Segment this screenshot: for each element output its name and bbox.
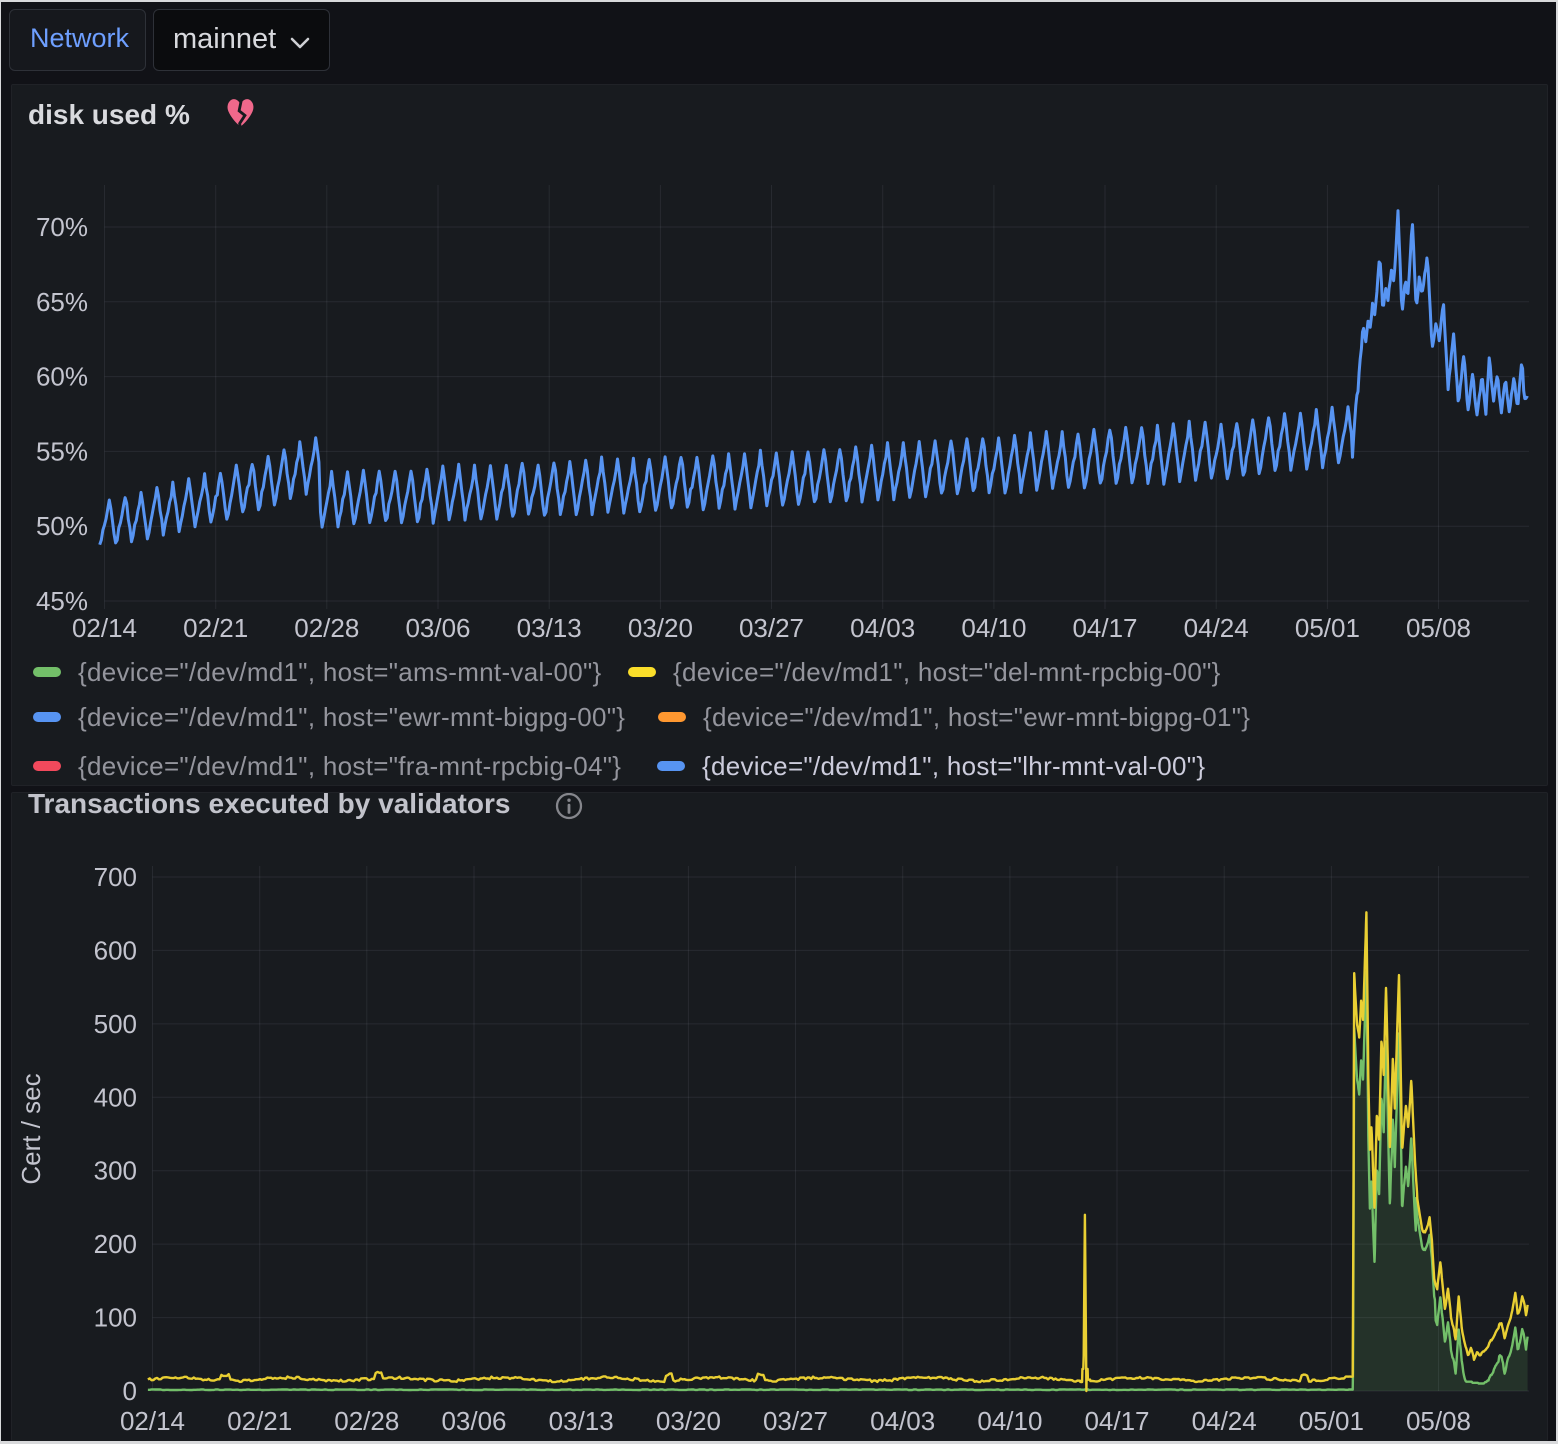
svg-text:04/03: 04/03 — [870, 1406, 935, 1436]
svg-text:04/17: 04/17 — [1084, 1406, 1149, 1436]
svg-text:02/14: 02/14 — [120, 1406, 185, 1436]
svg-text:03/06: 03/06 — [405, 613, 470, 643]
svg-text:03/20: 03/20 — [628, 613, 693, 643]
svg-text:700: 700 — [94, 862, 137, 892]
svg-text:02/14: 02/14 — [72, 613, 137, 643]
svg-text:70%: 70% — [36, 212, 88, 242]
svg-text:200: 200 — [94, 1229, 137, 1259]
svg-text:03/20: 03/20 — [656, 1406, 721, 1436]
svg-text:02/21: 02/21 — [183, 613, 248, 643]
svg-text:600: 600 — [94, 935, 137, 965]
svg-text:50%: 50% — [36, 511, 88, 541]
svg-text:03/27: 03/27 — [763, 1406, 828, 1436]
svg-text:04/10: 04/10 — [961, 613, 1026, 643]
svg-text:05/08: 05/08 — [1406, 1406, 1471, 1436]
svg-text:100: 100 — [94, 1303, 137, 1333]
svg-text:60%: 60% — [36, 362, 88, 392]
svg-text:04/10: 04/10 — [977, 1406, 1042, 1436]
svg-text:0: 0 — [123, 1376, 137, 1406]
svg-text:03/13: 03/13 — [549, 1406, 614, 1436]
svg-text:04/24: 04/24 — [1192, 1406, 1257, 1436]
svg-text:03/06: 03/06 — [441, 1406, 506, 1436]
svg-text:03/27: 03/27 — [739, 613, 804, 643]
svg-text:04/03: 04/03 — [850, 613, 915, 643]
svg-text:45%: 45% — [36, 586, 88, 616]
svg-text:02/28: 02/28 — [334, 1406, 399, 1436]
svg-text:05/01: 05/01 — [1295, 613, 1360, 643]
svg-text:05/01: 05/01 — [1299, 1406, 1364, 1436]
svg-text:500: 500 — [94, 1009, 137, 1039]
svg-text:05/08: 05/08 — [1406, 613, 1471, 643]
svg-text:02/21: 02/21 — [227, 1406, 292, 1436]
svg-text:03/13: 03/13 — [517, 613, 582, 643]
svg-text:55%: 55% — [36, 436, 88, 466]
svg-text:Cert / sec: Cert / sec — [16, 1073, 46, 1184]
svg-text:400: 400 — [94, 1082, 137, 1112]
svg-text:04/17: 04/17 — [1072, 613, 1137, 643]
svg-text:300: 300 — [94, 1156, 137, 1186]
svg-text:02/28: 02/28 — [294, 613, 359, 643]
svg-text:04/24: 04/24 — [1184, 613, 1249, 643]
svg-text:65%: 65% — [36, 287, 88, 317]
